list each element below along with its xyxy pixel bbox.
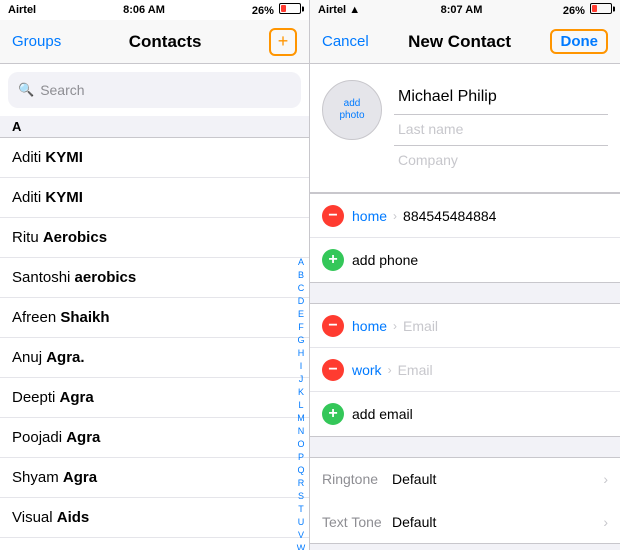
add-phone-button[interactable]: + — [322, 249, 344, 271]
add-phone-label: add phone — [352, 252, 418, 268]
list-item[interactable]: Santoshi aerobics — [0, 258, 309, 298]
ringtone-value: Default — [392, 471, 603, 487]
email-home-placeholder[interactable]: Email — [403, 318, 608, 334]
time-right: 8:07 AM — [441, 4, 483, 16]
battery-icon-left — [279, 3, 301, 14]
add-contact-button[interactable]: + — [269, 28, 297, 56]
remove-email-home-button[interactable]: − — [322, 315, 344, 337]
contacts-title: Contacts — [129, 32, 202, 52]
list-item[interactable]: Aditi KYMI — [0, 138, 309, 178]
add-email-label: add email — [352, 406, 413, 422]
cancel-button[interactable]: Cancel — [322, 33, 369, 50]
texttone-chevron: › — [603, 514, 608, 530]
email-label-work[interactable]: work — [352, 362, 382, 378]
texttone-value: Default — [392, 514, 603, 530]
contact-form: add photo − home › 884545484884 + add ph… — [310, 64, 620, 550]
ringtone-chevron: › — [603, 471, 608, 487]
list-item[interactable]: Ajay Tauji Bangalore ( rishi papa) — [0, 538, 309, 550]
status-bar-right: Airtel ▲ 8:07 AM 26% — [310, 0, 620, 20]
list-item[interactable]: Shyam Agra — [0, 458, 309, 498]
add-email-button[interactable]: + — [322, 403, 344, 425]
wifi-icon: ▲ — [349, 4, 360, 16]
first-name-field[interactable] — [394, 80, 608, 115]
phone-row-home: − home › 884545484884 — [310, 194, 620, 238]
list-item[interactable]: Aditi KYMI — [0, 178, 309, 218]
nav-bar-right: Cancel New Contact Done — [310, 20, 620, 64]
email-chevron-home: › — [393, 319, 397, 333]
contacts-list: A Aditi KYMI Aditi KYMI Ritu Aerobics Sa… — [0, 116, 309, 550]
list-item[interactable]: Deepti Agra — [0, 378, 309, 418]
battery-right: 26% — [563, 3, 612, 17]
email-section: − home › Email − work › Email + add emai… — [310, 303, 620, 437]
carrier-left: Airtel — [8, 4, 36, 16]
email-work-placeholder[interactable]: Email — [398, 362, 608, 378]
ringtone-label: Ringtone — [322, 471, 392, 487]
email-row-home: − home › Email — [310, 304, 620, 348]
nav-bar-left: Groups Contacts + — [0, 20, 309, 64]
battery-left: 26% — [252, 3, 301, 17]
phone-chevron: › — [393, 209, 397, 223]
texttone-label: Text Tone — [322, 514, 392, 530]
carrier-right: Airtel ▲ — [318, 4, 360, 16]
search-bar[interactable]: 🔍 Search — [8, 72, 301, 108]
phone-value[interactable]: 884545484884 — [403, 208, 608, 224]
remove-phone-button[interactable]: − — [322, 205, 344, 227]
ringtone-row[interactable]: Ringtone Default › — [310, 457, 620, 501]
email-row-work: − work › Email — [310, 348, 620, 392]
section-header-a: A — [0, 116, 309, 138]
list-item[interactable]: Ritu Aerobics — [0, 218, 309, 258]
list-item[interactable]: Visual Aids — [0, 498, 309, 538]
time-left: 8:06 AM — [123, 4, 165, 16]
remove-email-work-button[interactable]: − — [322, 359, 344, 381]
groups-button[interactable]: Groups — [12, 33, 61, 50]
texttone-row[interactable]: Text Tone Default › — [310, 500, 620, 544]
photo-name-section: add photo — [310, 64, 620, 193]
section-gap-2 — [310, 437, 620, 457]
search-icon: 🔍 — [18, 82, 34, 98]
list-item[interactable]: Anuj Agra. — [0, 338, 309, 378]
done-button[interactable]: Done — [550, 29, 608, 54]
search-label: Search — [40, 82, 84, 98]
list-item[interactable]: Poojadi Agra — [0, 418, 309, 458]
contacts-panel: Airtel 8:06 AM 26% Groups Contacts + 🔍 S… — [0, 0, 310, 550]
phone-label-home[interactable]: home — [352, 208, 387, 224]
battery-icon-right — [590, 3, 612, 14]
add-phone-row[interactable]: + add phone — [310, 238, 620, 282]
email-chevron-work: › — [388, 363, 392, 377]
list-item[interactable]: Afreen Shaikh — [0, 298, 309, 338]
email-label-home[interactable]: home — [352, 318, 387, 334]
new-contact-panel: Airtel ▲ 8:07 AM 26% Cancel New Contact … — [310, 0, 620, 550]
company-field[interactable] — [394, 146, 608, 176]
add-email-row[interactable]: + add email — [310, 392, 620, 436]
alpha-index[interactable]: A B C D E F G H I J K L M N O P Q R S T … — [293, 256, 309, 550]
section-gap-1 — [310, 283, 620, 303]
new-contact-title: New Contact — [408, 32, 511, 52]
last-name-field[interactable] — [394, 115, 608, 146]
name-fields — [394, 80, 608, 176]
add-photo-button[interactable]: add photo — [322, 80, 382, 140]
status-bar-left: Airtel 8:06 AM 26% — [0, 0, 309, 20]
phone-section: − home › 884545484884 + add phone — [310, 193, 620, 283]
